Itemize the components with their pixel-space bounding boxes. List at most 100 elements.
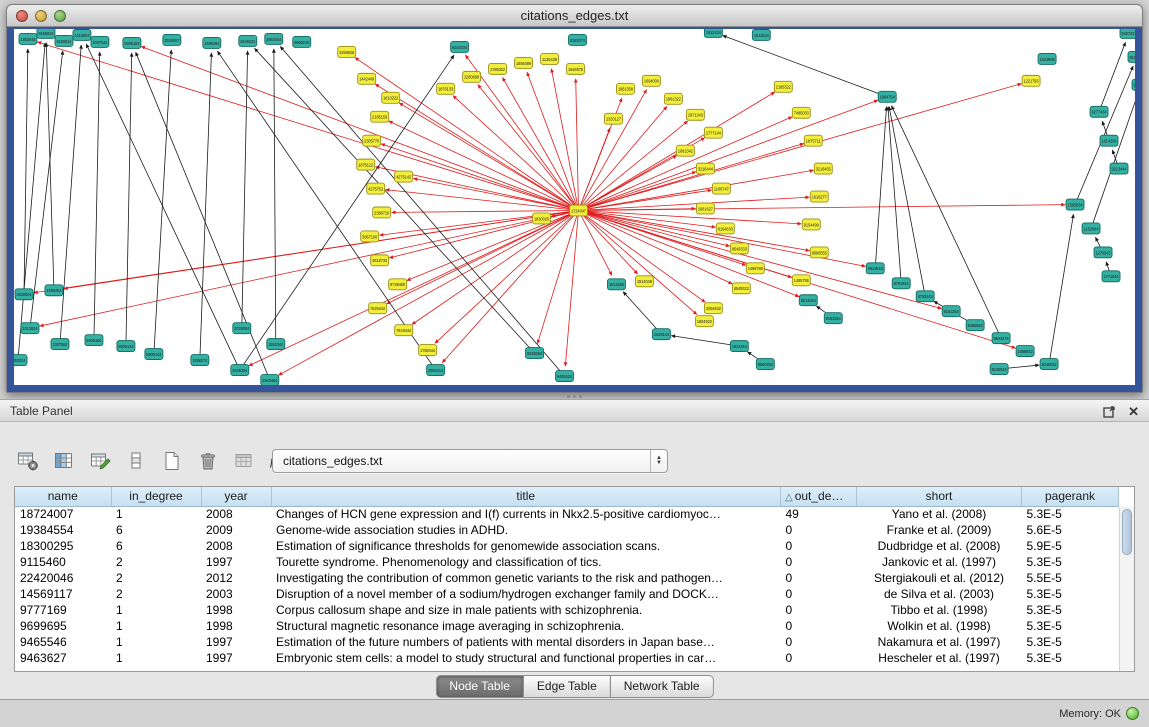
graph-node[interactable]: 1830025 bbox=[533, 213, 551, 224]
column-header-out_de[interactable]: △out_de… bbox=[781, 487, 857, 506]
graph-node[interactable]: 2646254 bbox=[231, 365, 249, 376]
graph-edge[interactable] bbox=[200, 53, 212, 360]
graph-node[interactable]: 9156034 bbox=[1128, 51, 1135, 62]
graph-node[interactable]: 1007564 bbox=[51, 339, 69, 350]
table-scrollbar[interactable] bbox=[1119, 507, 1134, 671]
graph-node[interactable]: 1598254 bbox=[45, 285, 63, 296]
close-panel-icon[interactable]: ✕ bbox=[1128, 405, 1139, 418]
graph-edge[interactable] bbox=[888, 107, 901, 284]
graph-edge[interactable] bbox=[64, 210, 579, 288]
graph-node[interactable]: 1759444 bbox=[419, 345, 437, 356]
graph-node[interactable]: 1598294 bbox=[203, 37, 221, 48]
graph-node[interactable]: 5905154 bbox=[85, 335, 103, 346]
graph-node[interactable]: 1961322 bbox=[664, 93, 682, 104]
graph-node[interactable]: 2526067 bbox=[163, 34, 181, 45]
graph-node[interactable]: 1513455 bbox=[607, 279, 625, 290]
graph-node[interactable]: 2305770 bbox=[363, 135, 381, 146]
graph-node[interactable]: 1853004 bbox=[14, 355, 27, 366]
graph-node[interactable]: 1656499 bbox=[515, 57, 533, 68]
graph-edge[interactable] bbox=[86, 44, 240, 370]
graph-edge[interactable] bbox=[889, 107, 925, 297]
graph-edge[interactable] bbox=[875, 107, 886, 269]
graph-node[interactable]: 1592344 bbox=[267, 339, 285, 350]
graph-node[interactable]: 8791914 bbox=[892, 278, 910, 289]
graph-edge[interactable] bbox=[240, 55, 454, 370]
table-row[interactable]: 1830029562008Estimation of significance … bbox=[15, 538, 1119, 554]
graph-edge[interactable] bbox=[413, 178, 578, 210]
table-row[interactable]: 946362711997Embryonic stem cells: a mode… bbox=[15, 650, 1119, 666]
graph-edge[interactable] bbox=[242, 51, 248, 328]
close-window-button[interactable] bbox=[16, 10, 28, 22]
graph-node[interactable]: 1162084 bbox=[1082, 223, 1100, 234]
graph-node[interactable]: 9245032 bbox=[1040, 359, 1058, 370]
graph-node[interactable]: 2983444 bbox=[265, 33, 283, 44]
graph-node[interactable]: 4275752 bbox=[367, 183, 385, 194]
graph-edge[interactable] bbox=[249, 210, 579, 365]
graph-node[interactable]: 9245084 bbox=[526, 348, 544, 359]
graph-edge[interactable] bbox=[217, 51, 435, 370]
graph-node[interactable]: 1853045 bbox=[19, 33, 37, 44]
graph-node[interactable]: 1619144 bbox=[652, 329, 670, 340]
graph-edge[interactable] bbox=[465, 55, 578, 210]
graph-node[interactable]: 1495788 bbox=[746, 263, 764, 274]
graph-node[interactable]: 2204632 bbox=[704, 303, 722, 314]
graph-node[interactable]: 1814354 bbox=[1100, 135, 1118, 146]
table-row[interactable]: 977716911998Corpus callosum shape and si… bbox=[15, 602, 1119, 618]
select-columns-icon[interactable] bbox=[50, 448, 77, 475]
column-header-name[interactable]: name bbox=[15, 487, 111, 506]
graph-node[interactable]: 9161254 bbox=[942, 306, 960, 317]
graph-node[interactable]: 1013834 bbox=[21, 323, 39, 334]
graph-node[interactable]: 2983464 bbox=[261, 375, 279, 385]
column-header-short[interactable]: short bbox=[857, 487, 1022, 506]
graph-node[interactable]: 2260698 bbox=[463, 71, 481, 82]
graph-edge[interactable] bbox=[578, 210, 941, 308]
graph-edge[interactable] bbox=[578, 210, 732, 283]
graph-edge[interactable] bbox=[578, 90, 646, 211]
graph-edge[interactable] bbox=[1049, 214, 1073, 364]
graph-node[interactable]: 9860254 bbox=[756, 359, 774, 370]
graph-node[interactable]: 9457224 bbox=[1120, 29, 1135, 38]
edit-table-icon[interactable] bbox=[86, 448, 113, 475]
graph-node[interactable]: 1964754 bbox=[878, 91, 896, 102]
graph-node[interactable]: 8164633 bbox=[716, 223, 734, 234]
graph-edge[interactable] bbox=[578, 210, 729, 246]
graph-edge[interactable] bbox=[623, 292, 661, 334]
graph-node[interactable]: 1598274 bbox=[191, 355, 209, 366]
graph-node[interactable]: 1221793 bbox=[1022, 75, 1040, 86]
graph-node[interactable]: 1810222 bbox=[382, 92, 400, 103]
graph-node[interactable]: 8793243 bbox=[916, 291, 934, 302]
graph-edge[interactable] bbox=[126, 53, 132, 346]
zoom-window-button[interactable] bbox=[54, 10, 66, 22]
graph-node[interactable]: 1595834 bbox=[1066, 199, 1084, 210]
graph-edge[interactable] bbox=[578, 117, 792, 211]
tab-node-table[interactable]: Node Table bbox=[435, 675, 524, 698]
column-header-in_degree[interactable]: in_degree bbox=[111, 487, 201, 506]
graph-node[interactable]: 2185322 bbox=[774, 81, 792, 92]
graph-edge[interactable] bbox=[578, 121, 687, 210]
graph-node[interactable]: 9160014 bbox=[55, 35, 73, 46]
graph-node[interactable]: 1777144 bbox=[704, 127, 722, 138]
graph-node[interactable]: 9157034 bbox=[1132, 79, 1135, 90]
graph-edge[interactable] bbox=[46, 43, 54, 290]
graph-node[interactable]: 3216455 bbox=[814, 163, 832, 174]
window-titlebar[interactable]: citations_edges.txt bbox=[7, 5, 1142, 27]
network-canvas[interactable]: 1724047112543922686281442449181022221851… bbox=[14, 29, 1135, 385]
column-header-pagerank[interactable]: pagerank bbox=[1022, 487, 1119, 506]
graph-node[interactable]: 1785322 bbox=[489, 63, 507, 74]
graph-node[interactable]: 5905153 bbox=[123, 37, 141, 48]
row-height-icon[interactable] bbox=[122, 448, 149, 475]
graph-node[interactable]: 1154908 bbox=[1038, 53, 1056, 64]
graph-edge[interactable] bbox=[565, 210, 578, 366]
graph-node[interactable]: 1514049 bbox=[635, 276, 653, 287]
graph-node[interactable]: 1824354 bbox=[730, 341, 748, 352]
graph-node[interactable]: 8513244 bbox=[799, 295, 817, 306]
graph-node[interactable]: 2646231 bbox=[239, 35, 257, 46]
minimize-window-button[interactable] bbox=[35, 10, 47, 22]
tab-edge-table[interactable]: Edge Table bbox=[523, 675, 611, 698]
graph-node[interactable]: 1320127 bbox=[604, 113, 622, 124]
graph-node[interactable]: 1771044 bbox=[1102, 271, 1120, 282]
graph-node[interactable]: 8549333 bbox=[730, 243, 748, 254]
graph-node[interactable]: 1442449 bbox=[358, 73, 376, 84]
graph-node[interactable]: 7625442 bbox=[369, 303, 387, 314]
graph-node[interactable]: 9465563 bbox=[966, 320, 984, 331]
